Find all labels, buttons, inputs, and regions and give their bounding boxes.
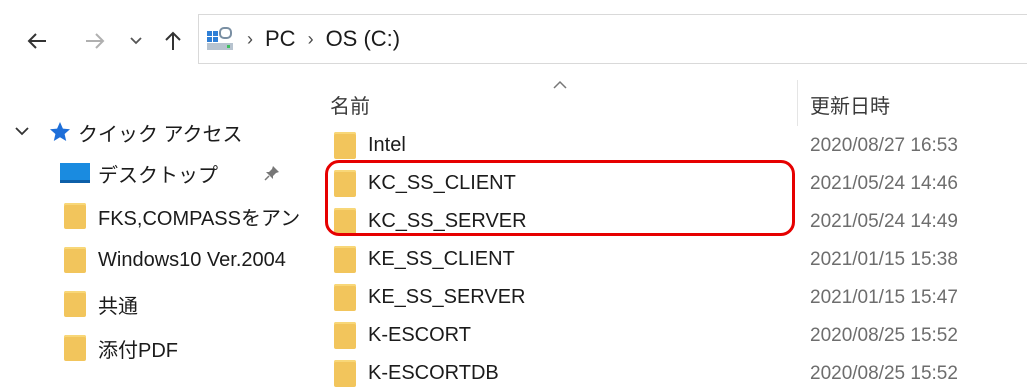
folder-icon xyxy=(334,246,356,273)
sidebar-item-label: 共通 xyxy=(98,295,138,318)
file-date: 2021/05/24 14:46 xyxy=(810,173,958,194)
folder-icon xyxy=(64,335,86,361)
file-name: K-ESCORT xyxy=(368,324,471,346)
folder-icon xyxy=(334,322,356,349)
list-item[interactable]: Intel 2020/08/27 16:53 xyxy=(300,126,1027,164)
desktop-icon xyxy=(60,163,90,183)
list-item[interactable]: KC_SS_SERVER 2021/05/24 14:49 xyxy=(300,202,1027,240)
forward-button[interactable] xyxy=(80,28,110,54)
back-button[interactable] xyxy=(22,28,52,54)
sidebar-item-label: デスクトップ xyxy=(98,164,218,187)
file-date: 2021/01/15 15:38 xyxy=(810,249,958,270)
chevron-down-icon xyxy=(130,37,142,45)
breadcrumb-separator[interactable]: › xyxy=(247,29,253,50)
list-item[interactable]: K-ESCORTDB 2020/08/25 15:52 xyxy=(300,354,1027,392)
sidebar-item-windows10[interactable]: Windows10 Ver.2004 xyxy=(64,242,308,278)
drive-icon xyxy=(205,26,235,52)
folder-icon xyxy=(64,247,86,273)
sidebar-item-label: 添付PDF xyxy=(98,339,178,362)
sidebar-item-desktop[interactable]: デスクトップ xyxy=(60,155,279,191)
folder-icon xyxy=(64,291,86,317)
sidebar-item-tempu-pdf[interactable]: 添付PDF xyxy=(64,330,178,366)
breadcrumb-separator[interactable]: › xyxy=(308,29,314,50)
star-icon xyxy=(50,122,70,141)
file-name: KE_SS_CLIENT xyxy=(368,248,515,270)
arrow-right-icon xyxy=(86,33,105,49)
breadcrumb-drive-c[interactable]: OS (C:) xyxy=(326,26,401,52)
up-button[interactable] xyxy=(158,28,188,54)
sidebar-item-fks-compass[interactable]: FKS,COMPASSをアン xyxy=(64,198,308,234)
breadcrumb-pc[interactable]: PC xyxy=(265,26,296,52)
folder-icon xyxy=(334,208,356,235)
sidebar-item-quick-access[interactable]: クイック アクセス xyxy=(0,114,243,150)
column-divider[interactable] xyxy=(797,80,798,126)
file-name: K-ESCORTDB xyxy=(368,362,499,384)
list-item[interactable]: K-ESCORT 2020/08/25 15:52 xyxy=(300,316,1027,354)
sidebar-item-label: FKS,COMPASSをアン xyxy=(98,207,301,230)
sidebar-item-kyotsu[interactable]: 共通 xyxy=(64,286,138,322)
sidebar-item-label: Windows10 Ver.2004 xyxy=(98,248,286,271)
sort-up-icon xyxy=(553,80,567,89)
file-date: 2020/08/27 16:53 xyxy=(810,135,958,156)
chevron-down-icon[interactable] xyxy=(14,126,30,138)
column-header-name[interactable]: 名前 xyxy=(330,90,370,119)
file-name: KC_SS_SERVER xyxy=(368,210,527,232)
arrow-left-icon xyxy=(27,33,46,49)
recent-locations-button[interactable] xyxy=(126,28,146,54)
address-bar[interactable]: › PC › OS (C:) xyxy=(198,14,1027,64)
pin-icon[interactable] xyxy=(264,165,280,181)
folder-icon xyxy=(64,203,86,229)
column-header-date-modified[interactable]: 更新日時 xyxy=(810,90,890,119)
sidebar-item-label: クイック アクセス xyxy=(78,123,243,146)
list-item[interactable]: KE_SS_SERVER 2021/01/15 15:47 xyxy=(300,278,1027,316)
file-name: Intel xyxy=(368,134,406,156)
file-name: KE_SS_SERVER xyxy=(368,286,526,308)
list-item[interactable]: KE_SS_CLIENT 2021/01/15 15:38 xyxy=(300,240,1027,278)
folder-icon xyxy=(334,284,356,311)
file-name: KC_SS_CLIENT xyxy=(368,172,516,194)
file-date: 2021/05/24 14:49 xyxy=(810,211,958,232)
folder-icon xyxy=(334,170,356,197)
folder-icon xyxy=(334,132,356,159)
arrow-up-icon xyxy=(165,31,181,50)
file-date: 2020/08/25 15:52 xyxy=(810,325,958,346)
file-date: 2020/08/25 15:52 xyxy=(810,363,958,384)
list-item[interactable]: KC_SS_CLIENT 2021/05/24 14:46 xyxy=(300,164,1027,202)
file-date: 2021/01/15 15:47 xyxy=(810,287,958,308)
